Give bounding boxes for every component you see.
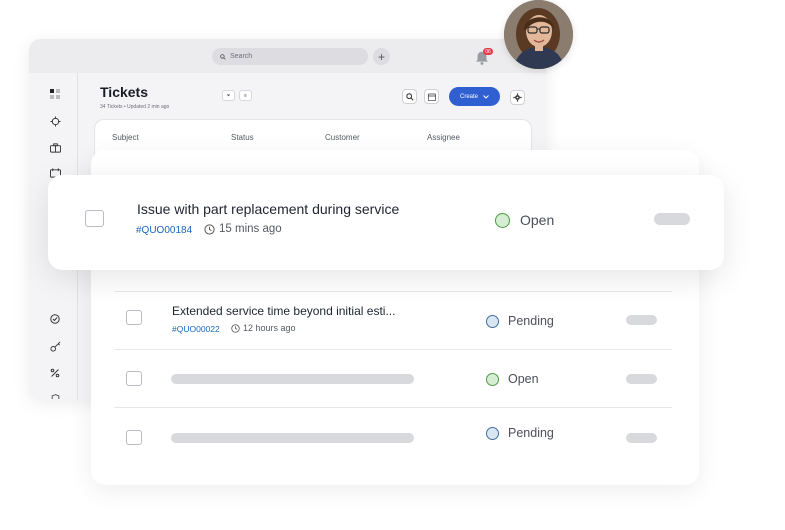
subject-placeholder — [171, 433, 414, 443]
search-icon — [405, 92, 414, 101]
settings-button[interactable] — [510, 90, 525, 105]
status-badge: Open — [486, 372, 539, 386]
ticket-time-text: 15 mins ago — [219, 223, 282, 235]
assignee-placeholder — [626, 315, 657, 325]
ticket-id-link[interactable]: #QUO00022 — [172, 324, 220, 334]
page-subtitle: 34 Tickets • Updated 2 min ago — [100, 104, 170, 110]
row-checkbox[interactable] — [126, 371, 142, 386]
status-label: Open — [508, 372, 539, 386]
search-icon — [220, 53, 226, 60]
row-checkbox[interactable] — [85, 210, 104, 227]
clock-icon — [204, 223, 215, 235]
chevron-down-icon — [483, 94, 489, 99]
avatar[interactable] — [504, 0, 573, 69]
search-button[interactable] — [402, 89, 417, 104]
shield-icon[interactable] — [49, 393, 61, 399]
row-divider — [114, 349, 672, 350]
check-circle-icon[interactable] — [49, 313, 61, 325]
filter-icon[interactable]: ⏷ — [222, 90, 235, 101]
column-header-status[interactable]: Status — [231, 133, 254, 142]
status-dot-icon — [486, 426, 499, 440]
column-header-customer[interactable]: Customer — [325, 133, 360, 142]
gear-icon — [513, 93, 522, 102]
ticket-time: 15 mins ago — [204, 223, 282, 235]
ticket-id-link[interactable]: #QUO00184 — [136, 225, 192, 236]
assignee-placeholder — [654, 213, 690, 225]
status-dot-icon — [495, 212, 510, 228]
subject-placeholder — [171, 374, 414, 384]
search-placeholder: Search — [230, 53, 253, 60]
avatar-image — [504, 0, 573, 69]
dashboard-icon[interactable] — [49, 88, 61, 100]
row-divider — [114, 291, 672, 292]
search-input[interactable]: Search — [212, 48, 368, 65]
row-divider — [114, 407, 672, 408]
status-label: Pending — [508, 426, 554, 440]
briefcase-icon[interactable] — [49, 142, 61, 154]
percent-icon[interactable] — [49, 367, 61, 379]
ticket-subject[interactable]: Extended service time beyond initial est… — [172, 304, 395, 318]
create-label: Create — [459, 93, 478, 100]
row-checkbox[interactable] — [126, 430, 142, 445]
calendar-button[interactable] — [424, 89, 439, 104]
create-button[interactable]: Create — [449, 87, 500, 106]
calendar-icon — [427, 93, 436, 101]
column-header-assignee[interactable]: Assignee — [427, 133, 460, 142]
assignee-placeholder — [626, 374, 657, 384]
notification-badge: 06 — [483, 48, 493, 55]
column-header-subject[interactable]: Subject — [112, 133, 139, 142]
status-dot-icon — [486, 372, 499, 386]
status-label: Pending — [508, 314, 554, 328]
stage: Search + 06 Tickets 34 Tickets • Updated… — [0, 0, 785, 530]
key-icon[interactable] — [49, 340, 61, 352]
status-label: Open — [520, 212, 555, 228]
add-button[interactable]: + — [373, 48, 390, 65]
status-badge: Open — [495, 212, 554, 228]
page-title: Tickets — [100, 84, 148, 100]
highlighted-ticket-row[interactable]: Issue with part replacement during servi… — [48, 175, 724, 270]
target-icon[interactable] — [49, 115, 61, 127]
status-dot-icon — [486, 314, 499, 328]
ticket-time: 12 hours ago — [231, 323, 296, 333]
top-bar: Search + 06 — [29, 39, 546, 73]
ticket-subject[interactable]: Issue with part replacement during servi… — [137, 201, 399, 217]
assignee-placeholder — [626, 433, 657, 443]
status-badge: Pending — [486, 426, 554, 440]
row-checkbox[interactable] — [126, 310, 142, 325]
clock-icon — [231, 323, 240, 333]
ticket-time-text: 12 hours ago — [243, 323, 296, 333]
sort-icon[interactable]: ≡ — [239, 90, 252, 101]
status-badge: Pending — [486, 314, 554, 328]
